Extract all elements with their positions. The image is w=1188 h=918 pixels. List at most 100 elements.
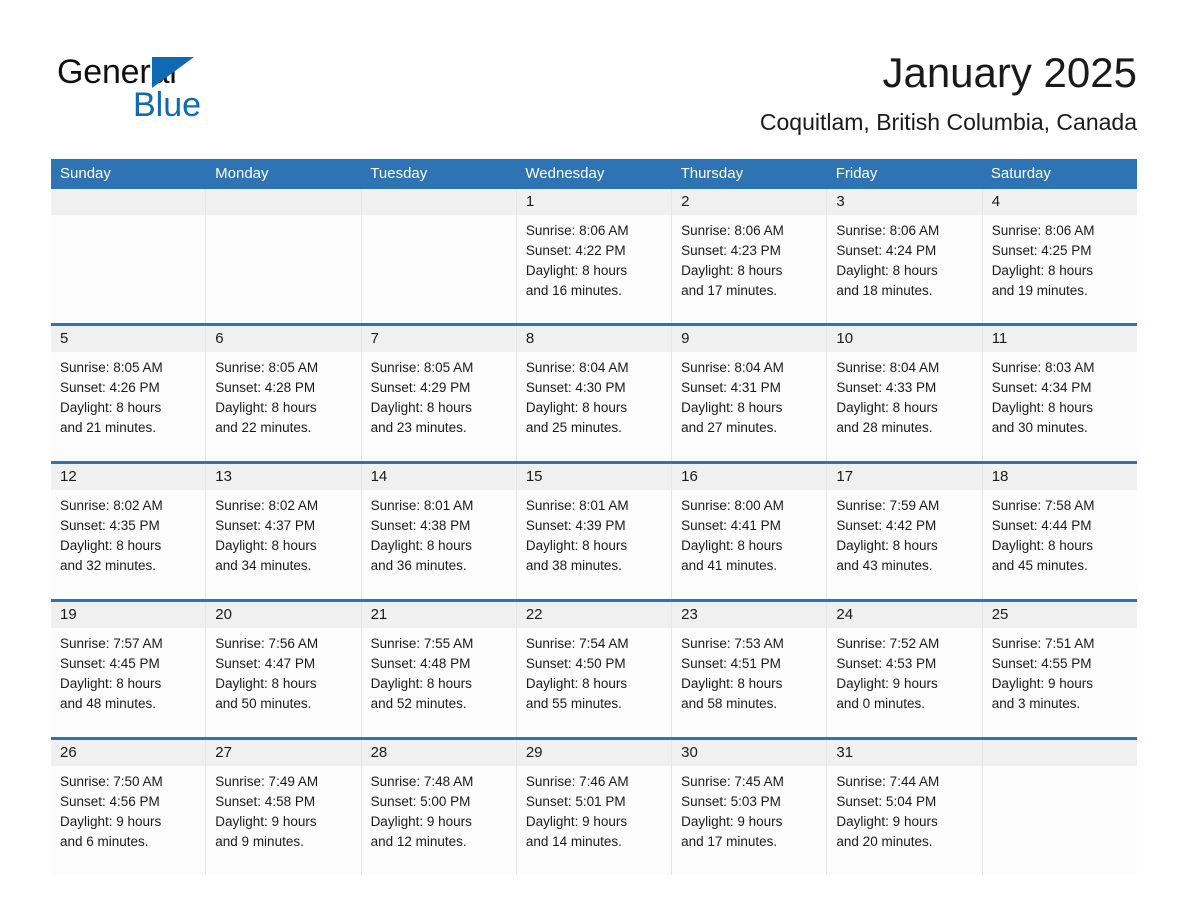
day-number: 22	[516, 602, 672, 628]
weekday-header-monday: Monday	[215, 165, 269, 182]
daylight-line-1: Daylight: 8 hours	[525, 676, 628, 691]
sunrise-line: Sunrise: 8:02 AM	[60, 498, 163, 513]
day-cell[interactable]: 17 Sunrise: 7:59 AM Sunset: 4:42 PM Dayligh…	[826, 464, 982, 599]
day-cell[interactable]: 23 Sunrise: 7:53 AM Sunset: 4:51 PM Dayligh…	[671, 602, 827, 737]
sunset-line: Sunset: 4:22 PM	[525, 243, 626, 258]
day-number: 4	[982, 189, 1137, 215]
day-cell[interactable]: 3 Sunrise: 8:06 AM Sunset: 4:24 PM Daylight…	[826, 189, 982, 323]
day-details: Sunrise: 7:46 AM Sunset: 5:01 PM Daylight:…	[517, 766, 671, 852]
daylight-line-2: and 9 minutes.	[215, 834, 304, 849]
calendar-week-row: 26 Sunrise: 7:50 AM Sunset: 4:56 PM Dayligh…	[51, 740, 1137, 875]
sunset-line: Sunset: 4:30 PM	[525, 380, 626, 395]
day-cell[interactable]: 16 Sunrise: 8:00 AM Sunset: 4:41 PM Dayligh…	[671, 464, 827, 599]
calendar-grid: Sunday Monday Tuesday Wednesday Thursday Frid…	[51, 159, 1137, 875]
day-details: Sunrise: 7:58 AM Sunset: 4:44 PM Daylight:…	[983, 490, 1137, 576]
calendar-week-row: 1 Sunrise: 8:06 AM Sunset: 4:22 PM Daylight…	[51, 189, 1137, 323]
day-details: Sunrise: 7:52 AM Sunset: 4:53 PM Daylight:…	[827, 628, 981, 714]
day-cell[interactable]: 20 Sunrise: 7:56 AM Sunset: 4:47 PM Dayligh…	[205, 602, 361, 737]
day-details: Sunrise: 7:56 AM Sunset: 4:47 PM Daylight:…	[206, 628, 360, 714]
daylight-line-1: Daylight: 8 hours	[991, 263, 1093, 278]
day-cell[interactable]: 13 Sunrise: 8:02 AM Sunset: 4:37 PM Dayligh…	[205, 464, 361, 599]
day-details: Sunrise: 7:55 AM Sunset: 4:48 PM Daylight:…	[362, 628, 516, 714]
sunrise-line: Sunrise: 7:55 AM	[370, 636, 474, 651]
day-cell[interactable]: 22 Sunrise: 7:54 AM Sunset: 4:50 PM Dayligh…	[515, 602, 672, 737]
daylight-line-2: and 55 minutes.	[525, 696, 622, 711]
sunset-line: Sunset: 4:48 PM	[370, 656, 471, 671]
day-cell[interactable]: 2 Sunrise: 8:06 AM Sunset: 4:23 PM Daylight…	[671, 189, 827, 323]
day-details: Sunrise: 8:06 AM Sunset: 4:23 PM Daylight:…	[672, 215, 826, 301]
day-number: 12	[51, 464, 206, 490]
sunrise-line: Sunrise: 8:04 AM	[836, 360, 940, 375]
day-cell[interactable]: 1 Sunrise: 8:06 AM Sunset: 4:22 PM Daylight…	[515, 189, 672, 323]
day-details: Sunrise: 8:01 AM Sunset: 4:39 PM Daylight:…	[517, 490, 671, 576]
sunset-line: Sunset: 5:04 PM	[836, 794, 937, 809]
day-cell[interactable]: 14 Sunrise: 8:01 AM Sunset: 4:38 PM Dayligh…	[360, 464, 516, 599]
day-number: 21	[361, 602, 516, 628]
weekday-header-friday: Friday	[835, 165, 878, 182]
day-cell[interactable]: 9 Sunrise: 8:04 AM Sunset: 4:31 PM Daylight…	[671, 326, 827, 461]
daylight-line-1: Daylight: 8 hours	[836, 538, 938, 553]
daylight-line-1: Daylight: 8 hours	[836, 263, 938, 278]
sunset-line: Sunset: 4:44 PM	[991, 518, 1092, 533]
weekday-header-saturday: Saturday	[990, 165, 1051, 182]
day-details: Sunrise: 7:51 AM Sunset: 4:55 PM Daylight:…	[983, 628, 1137, 714]
day-details: Sunrise: 8:06 AM Sunset: 4:22 PM Daylight:…	[517, 215, 671, 301]
day-cell[interactable]: 28 Sunrise: 7:48 AM Sunset: 5:00 PM Dayligh…	[360, 740, 516, 875]
daylight-line-2: and 21 minutes.	[60, 420, 157, 435]
day-number	[982, 740, 1137, 766]
day-cell[interactable]: 24 Sunrise: 7:52 AM Sunset: 4:53 PM Dayligh…	[826, 602, 982, 737]
daylight-line-1: Daylight: 8 hours	[60, 676, 162, 691]
daylight-line-1: Daylight: 9 hours	[836, 676, 938, 691]
day-cell[interactable]: 29 Sunrise: 7:46 AM Sunset: 5:01 PM Dayligh…	[515, 740, 672, 875]
day-details: Sunrise: 8:02 AM Sunset: 4:35 PM Daylight:…	[51, 490, 205, 576]
day-details: Sunrise: 8:00 AM Sunset: 4:41 PM Daylight:…	[672, 490, 826, 576]
day-number	[206, 189, 361, 215]
day-cell[interactable]: 12 Sunrise: 8:02 AM Sunset: 4:35 PM Dayligh…	[51, 464, 206, 599]
day-details: Sunrise: 7:45 AM Sunset: 5:03 PM Daylight:…	[672, 766, 826, 852]
day-number: 29	[516, 740, 672, 766]
sunset-line: Sunset: 4:45 PM	[60, 656, 160, 671]
day-cell[interactable]: 27 Sunrise: 7:49 AM Sunset: 4:58 PM Dayligh…	[205, 740, 361, 875]
day-cell[interactable]: 15 Sunrise: 8:01 AM Sunset: 4:39 PM Dayligh…	[515, 464, 672, 599]
day-cell[interactable]: 30 Sunrise: 7:45 AM Sunset: 5:03 PM Dayligh…	[671, 740, 827, 875]
daylight-line-1: Daylight: 8 hours	[370, 676, 472, 691]
day-cell[interactable]: 19 Sunrise: 7:57 AM Sunset: 4:45 PM Dayligh…	[51, 602, 206, 737]
daylight-line-1: Daylight: 8 hours	[215, 676, 317, 691]
day-cell[interactable]: 4 Sunrise: 8:06 AM Sunset: 4:25 PM Daylight…	[981, 189, 1137, 323]
daylight-line-1: Daylight: 8 hours	[60, 538, 162, 553]
sunrise-line: Sunrise: 8:02 AM	[215, 498, 319, 513]
day-cell[interactable]: 18 Sunrise: 7:58 AM Sunset: 4:44 PM Dayligh…	[981, 464, 1137, 599]
day-cell[interactable]: 5 Sunrise: 8:05 AM Sunset: 4:26 PM Daylight…	[51, 326, 206, 461]
daylight-line-2: and 32 minutes.	[60, 558, 157, 573]
sunrise-line: Sunrise: 8:01 AM	[525, 498, 629, 513]
day-cell[interactable]: 25 Sunrise: 7:51 AM Sunset: 4:55 PM Dayligh…	[981, 602, 1137, 737]
day-cell[interactable]: 11 Sunrise: 8:03 AM Sunset: 4:34 PM Dayligh…	[981, 326, 1137, 461]
triangle-icon	[152, 57, 194, 88]
general-blue-logo[interactable]: General Blue	[57, 52, 317, 128]
sunset-line: Sunset: 4:39 PM	[525, 518, 626, 533]
day-cell[interactable]: 6 Sunrise: 8:05 AM Sunset: 4:28 PM Daylight…	[205, 326, 361, 461]
daylight-line-1: Daylight: 9 hours	[215, 814, 317, 829]
sunrise-line: Sunrise: 7:50 AM	[60, 774, 163, 789]
daylight-line-1: Daylight: 8 hours	[525, 400, 628, 415]
day-cell[interactable]: 21 Sunrise: 7:55 AM Sunset: 4:48 PM Dayligh…	[360, 602, 516, 737]
day-number	[51, 189, 206, 215]
sunrise-line: Sunrise: 7:53 AM	[681, 636, 784, 651]
day-cell[interactable]: 8 Sunrise: 8:04 AM Sunset: 4:30 PM Daylight…	[515, 326, 672, 461]
weekday-header-tuesday: Tuesday	[370, 165, 428, 182]
day-cell[interactable]: 31 Sunrise: 7:44 AM Sunset: 5:04 PM Dayligh…	[826, 740, 982, 875]
day-number: 17	[827, 464, 982, 490]
day-cell[interactable]: 7 Sunrise: 8:05 AM Sunset: 4:29 PM Daylight…	[360, 326, 516, 461]
day-cell[interactable]: 26 Sunrise: 7:50 AM Sunset: 4:56 PM Dayligh…	[51, 740, 206, 875]
day-details: Sunrise: 8:02 AM Sunset: 4:37 PM Daylight:…	[206, 490, 360, 576]
sunrise-line: Sunrise: 7:57 AM	[60, 636, 163, 651]
day-cell-empty	[360, 189, 516, 323]
sunrise-line: Sunrise: 7:44 AM	[836, 774, 940, 789]
day-number: 31	[827, 740, 982, 766]
sunset-line: Sunset: 4:25 PM	[991, 243, 1092, 258]
daylight-line-1: Daylight: 8 hours	[681, 538, 783, 553]
day-details: Sunrise: 8:04 AM Sunset: 4:33 PM Daylight:…	[827, 352, 981, 438]
calendar-weeks: 1 Sunrise: 8:06 AM Sunset: 4:22 PM Daylight…	[51, 189, 1137, 875]
sunrise-line: Sunrise: 8:06 AM	[991, 223, 1095, 238]
day-cell[interactable]: 10 Sunrise: 8:04 AM Sunset: 4:33 PM Dayligh…	[826, 326, 982, 461]
